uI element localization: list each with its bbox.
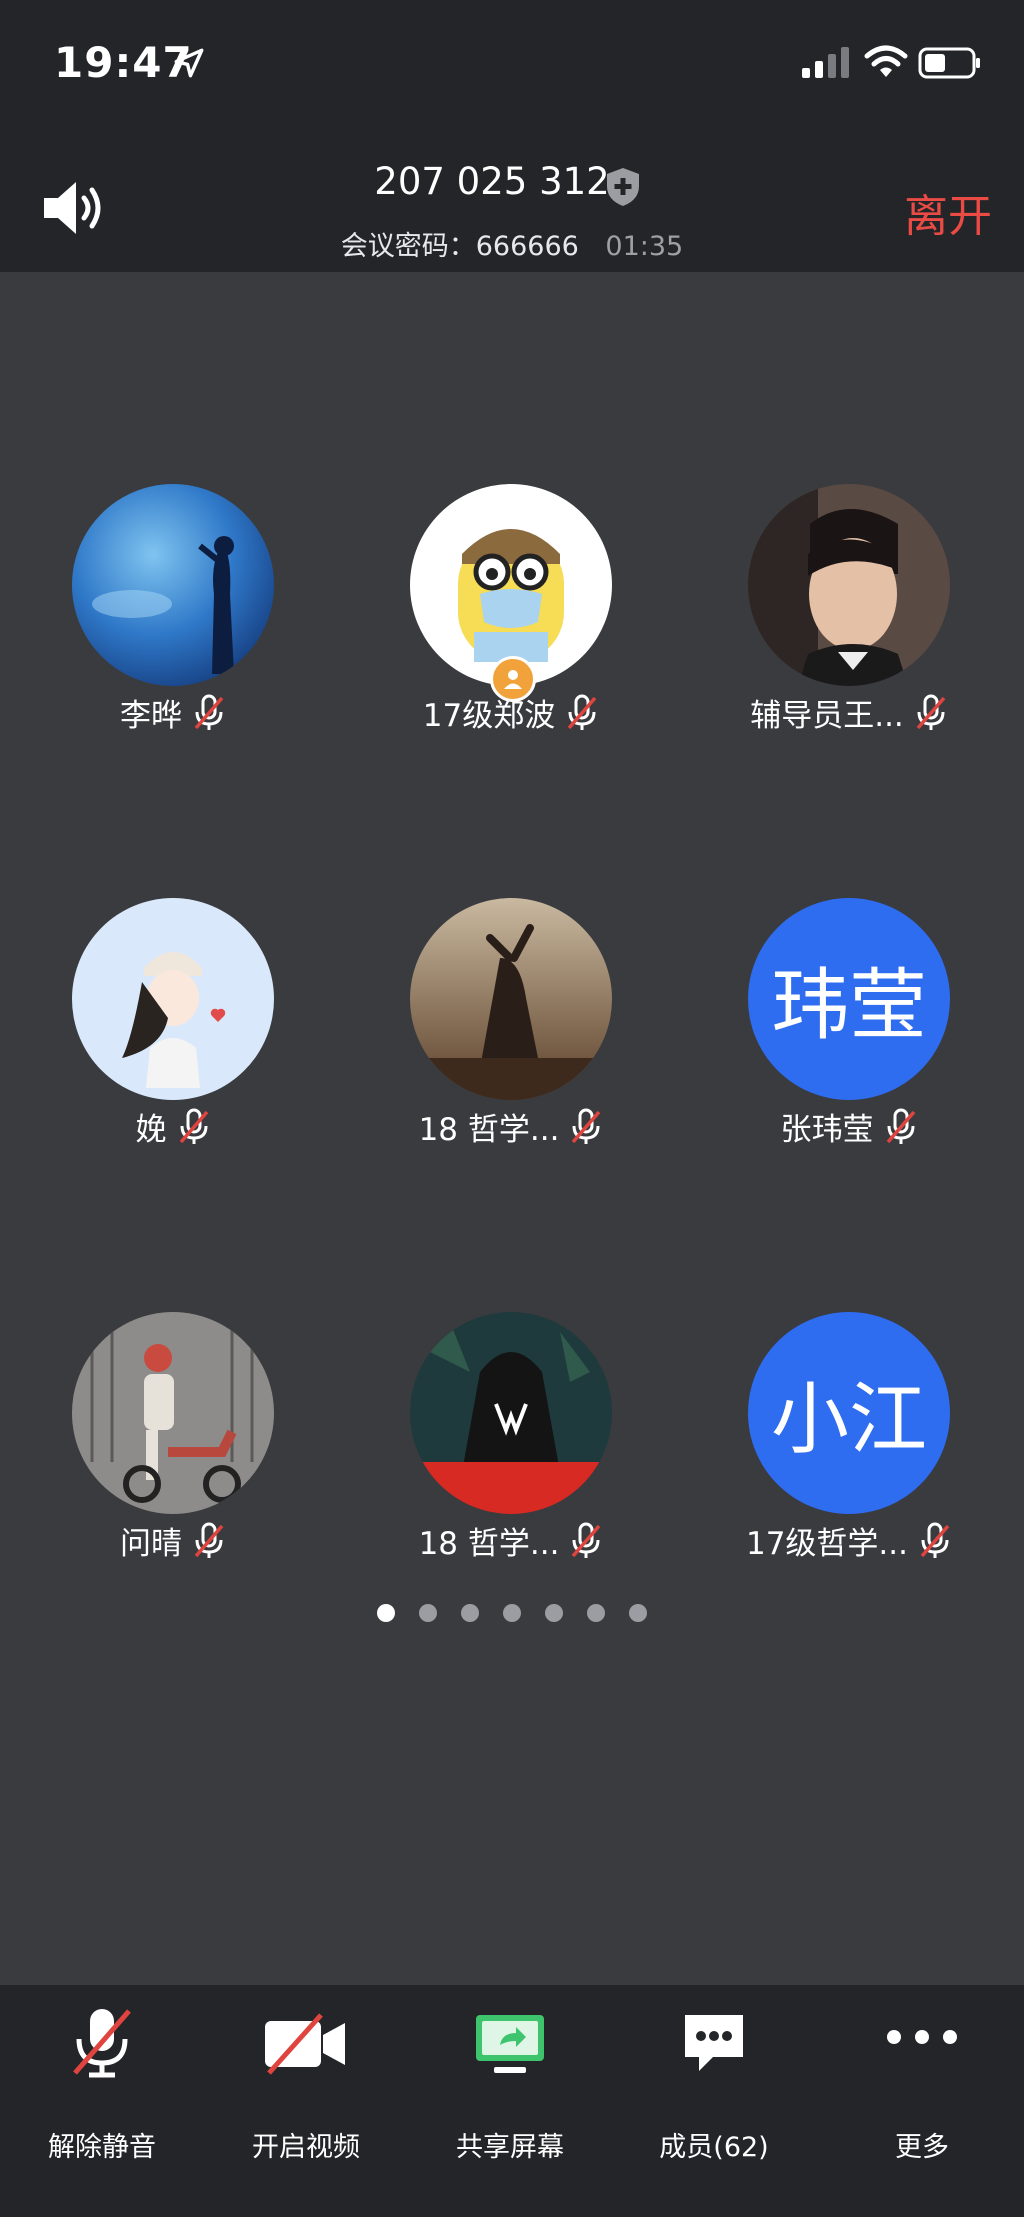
page-dot[interactable] <box>545 1604 563 1622</box>
participant-tile[interactable]: 辅导员王... <box>676 484 976 784</box>
avatar <box>72 898 274 1100</box>
page-indicator[interactable] <box>0 1604 1024 1626</box>
participant-name-row: 17级郑波 <box>338 690 684 735</box>
battery-icon <box>918 47 980 79</box>
participant-name: 18 哲学... <box>418 1112 560 1148</box>
participant-tile[interactable]: 17级郑波 <box>338 484 638 784</box>
participant-tile[interactable]: 李晔 <box>0 484 300 784</box>
text-avatar: 玮莹 <box>748 898 950 1100</box>
muted-mic-icon <box>572 1108 601 1144</box>
muted-mic-icon <box>179 1108 208 1144</box>
participant-tile[interactable]: 玮莹 张玮莹 <box>676 898 976 1198</box>
muted-mic-icon <box>194 694 224 730</box>
participant-name-row: 张玮莹 <box>676 1104 1022 1149</box>
bottom-toolbar: 解除静音 开启视频 共享屏幕 成员(62) 更多 <box>0 1985 1024 2217</box>
chat-bubble-icon <box>685 2015 743 2071</box>
participant-name: 娩 <box>135 1112 167 1148</box>
avatar <box>72 484 274 686</box>
participant-name-row: 17级哲学... <box>676 1518 1022 1563</box>
participant-name: 17级哲学... <box>745 1526 908 1562</box>
meeting-id[interactable]: 207 025 312 <box>0 160 1024 203</box>
page-dot[interactable] <box>587 1604 605 1622</box>
password-row: 会议密码：666666 01:35 <box>0 224 1024 263</box>
start-video-button[interactable]: 开启视频 <box>204 2005 408 2175</box>
more-button[interactable]: 更多 <box>820 2005 1024 2175</box>
unmute-button[interactable]: 解除静音 <box>0 2005 204 2175</box>
muted-mic-icon <box>567 694 597 730</box>
participant-name-row: 18 哲学... <box>338 1518 684 1563</box>
share-screen-icon <box>476 2015 544 2073</box>
members-label: 成员(62) <box>659 2132 769 2163</box>
unmute-label: 解除静音 <box>48 2132 156 2163</box>
top-bar: 19:47 207 025 312 会议密码：666666 01:35 离开 <box>0 0 1024 272</box>
muted-mic-icon <box>920 1522 950 1558</box>
participant-tile[interactable]: 18 哲学... <box>338 1312 638 1612</box>
page-dot[interactable] <box>419 1604 437 1622</box>
muted-mic-icon <box>886 1108 915 1144</box>
more-label: 更多 <box>895 2132 949 2163</box>
participant-name: 李晔 <box>120 698 182 734</box>
leave-button[interactable]: 离开 <box>904 180 992 244</box>
location-arrow-icon <box>174 48 204 78</box>
more-dots-icon <box>887 2030 957 2044</box>
muted-mic-icon <box>916 694 946 730</box>
share-screen-label: 共享屏幕 <box>456 2132 564 2163</box>
participant-name-row: 李晔 <box>0 690 346 735</box>
participant-name: 辅导员王... <box>750 698 904 734</box>
meeting-password: 会议密码：666666 <box>340 231 579 262</box>
meeting-duration: 01:35 <box>605 231 684 262</box>
participant-tile[interactable]: 小江 17级哲学... <box>676 1312 976 1612</box>
participant-tile[interactable]: 18 哲学... <box>338 898 638 1198</box>
avatar <box>72 1312 274 1514</box>
participant-name: 17级郑波 <box>422 698 556 734</box>
wifi-icon <box>864 45 908 77</box>
hoodie-photo-avatar <box>410 1312 612 1514</box>
portrait-photo-avatar <box>748 484 950 686</box>
page-dot[interactable] <box>461 1604 479 1622</box>
avatar <box>748 484 950 686</box>
scooter-photo-avatar <box>72 1312 274 1514</box>
participant-name-row: 娩 <box>0 1104 346 1149</box>
painting-avatar <box>410 898 612 1100</box>
members-button[interactable]: 成员(62) <box>612 2005 816 2175</box>
avatar <box>410 1312 612 1514</box>
participant-name: 张玮莹 <box>780 1112 874 1148</box>
participant-name-row: 辅导员王... <box>676 690 1022 735</box>
page-dot[interactable] <box>503 1604 521 1622</box>
security-shield-icon[interactable] <box>604 166 642 208</box>
illustration-avatar <box>72 898 274 1100</box>
muted-mic-icon <box>194 1522 224 1558</box>
participant-name-row: 问晴 <box>0 1518 346 1563</box>
participant-name-row: 18 哲学... <box>338 1104 684 1149</box>
page-dot[interactable] <box>629 1604 647 1622</box>
start-video-label: 开启视频 <box>252 2132 360 2163</box>
video-off-icon <box>265 2013 345 2075</box>
share-screen-button[interactable]: 共享屏幕 <box>408 2005 612 2175</box>
participant-name: 问晴 <box>120 1526 182 1562</box>
muted-mic-icon <box>73 2009 131 2078</box>
text-avatar: 小江 <box>748 1312 950 1514</box>
participant-tile[interactable]: 娩 <box>0 898 300 1198</box>
aquarium-photo-avatar <box>72 484 274 686</box>
muted-mic-icon <box>572 1522 601 1558</box>
participant-tile[interactable]: 问晴 <box>0 1312 300 1612</box>
participant-name: 18 哲学... <box>418 1526 560 1562</box>
cellular-signal-icon <box>802 47 849 78</box>
avatar <box>410 898 612 1100</box>
meeting-id-text: 207 025 312 <box>374 160 610 203</box>
page-dot[interactable] <box>377 1604 395 1622</box>
